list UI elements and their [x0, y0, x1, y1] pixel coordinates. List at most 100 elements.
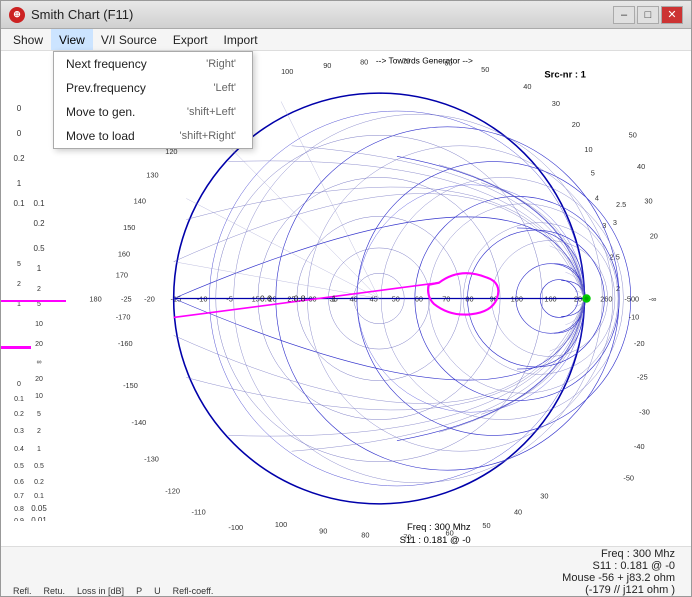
svg-text:20: 20: [35, 341, 43, 348]
svg-text:50: 50: [629, 130, 637, 139]
svg-text:0.7: 0.7: [14, 493, 24, 500]
svg-text:70: 70: [442, 295, 450, 304]
menu-item-move-load-label: Move to load: [66, 129, 135, 143]
svg-text:50: 50: [482, 521, 490, 530]
svg-text:100: 100: [275, 520, 287, 529]
svg-text:10: 10: [584, 145, 592, 154]
svg-text:2: 2: [37, 286, 41, 293]
title-bar: ⊕ Smith Chart (F11) – □ ✕: [1, 1, 691, 29]
maximize-button[interactable]: □: [637, 6, 659, 24]
svg-text:50: 50: [392, 295, 400, 304]
return-loss-label: Retu.: [44, 586, 66, 596]
svg-text:5: 5: [17, 261, 21, 268]
svg-text:0.8: 0.8: [14, 506, 24, 513]
svg-text:-100: -100: [228, 523, 243, 532]
svg-text:0.05: 0.05: [31, 504, 47, 513]
svg-text:260: 260: [600, 295, 612, 304]
svg-text:-140: -140: [132, 418, 147, 427]
menu-item-next-freq-shortcut: 'Right': [206, 58, 236, 70]
svg-text:100: 100: [281, 67, 293, 76]
svg-text:30: 30: [644, 197, 652, 206]
svg-text:90: 90: [319, 526, 327, 535]
svg-text:0.01: 0.01: [31, 516, 47, 521]
s11-status: S11 : 0.181 @ -0: [562, 560, 675, 572]
title-bar-left: ⊕ Smith Chart (F11): [9, 7, 133, 23]
svg-text:-5: -5: [226, 295, 233, 304]
svg-text:0.8: 0.8: [294, 294, 306, 304]
svg-text:-50: -50: [623, 474, 634, 483]
svg-text:-10: -10: [629, 313, 640, 322]
menu-item-move-load-shortcut: 'shift+Right': [180, 130, 236, 142]
svg-text:0.1: 0.1: [33, 199, 45, 208]
svg-text:Freq : 300 Mhz: Freq : 300 Mhz: [407, 522, 471, 533]
svg-text:0: 0: [17, 381, 21, 388]
loss-db-label: Loss in [dB]: [77, 586, 124, 596]
svg-text:40: 40: [637, 162, 645, 171]
svg-text:0: 0: [17, 129, 22, 138]
svg-text:4: 4: [595, 194, 599, 203]
svg-text:-170: -170: [116, 313, 131, 322]
menu-item-next-freq[interactable]: Next frequency 'Right': [54, 52, 252, 76]
menu-export[interactable]: Export: [165, 29, 216, 50]
svg-text:0.9: 0.9: [14, 518, 24, 521]
menu-vi-source[interactable]: V/I Source: [93, 29, 165, 50]
svg-text:80: 80: [465, 295, 473, 304]
svg-text:30: 30: [552, 99, 560, 108]
menu-item-prev-freq-shortcut: 'Left': [213, 82, 236, 94]
svg-text:0.2: 0.2: [14, 411, 24, 418]
svg-text:10: 10: [35, 393, 43, 400]
menu-view[interactable]: View: [51, 29, 93, 50]
menu-item-move-gen-label: Move to gen.: [66, 105, 135, 119]
menu-import[interactable]: Import: [216, 29, 266, 50]
mouse-status: Mouse -56 + j83.2 ohm: [562, 572, 675, 584]
svg-text:80: 80: [360, 58, 368, 67]
svg-text:-110: -110: [192, 507, 206, 516]
svg-text:160: 160: [544, 295, 556, 304]
svg-text:90: 90: [323, 61, 331, 70]
svg-text:-150: -150: [123, 381, 138, 390]
svg-text:-160: -160: [118, 339, 133, 348]
svg-text:1: 1: [17, 179, 22, 188]
svg-text:0.3: 0.3: [14, 428, 24, 435]
svg-text:-20: -20: [144, 295, 155, 304]
close-button[interactable]: ✕: [661, 6, 683, 24]
svg-text:1: 1: [332, 294, 337, 304]
voltage-label: U: [154, 586, 161, 596]
svg-text:-∞: -∞: [649, 295, 657, 304]
menu-show[interactable]: Show: [5, 29, 51, 50]
svg-text:140: 140: [134, 197, 146, 206]
window-title: Smith Chart (F11): [31, 7, 133, 22]
menu-item-move-load[interactable]: Move to load 'shift+Right': [54, 124, 252, 148]
svg-text:0.4: 0.4: [14, 446, 24, 453]
power-label: P: [136, 586, 142, 596]
menu-item-prev-freq[interactable]: Prev.frequency 'Left': [54, 76, 252, 100]
svg-text:20: 20: [35, 376, 43, 383]
refl-loss-label: Refl.: [13, 586, 32, 596]
svg-text:0: 0: [17, 104, 22, 113]
main-window: ⊕ Smith Chart (F11) – □ ✕ Show View V/I …: [0, 0, 692, 597]
svg-text:0.1: 0.1: [14, 396, 24, 403]
svg-text:20: 20: [650, 231, 658, 240]
menu-item-move-gen[interactable]: Move to gen. 'shift+Left': [54, 100, 252, 124]
svg-text:0.6: 0.6: [14, 479, 24, 486]
svg-text:50: 50: [481, 65, 489, 74]
svg-text:S11 : 0.181 @ -0: S11 : 0.181 @ -0: [400, 535, 471, 546]
window-controls: – □ ✕: [613, 6, 683, 24]
svg-text:0.1: 0.1: [34, 493, 44, 500]
menu-item-move-gen-shortcut: 'shift+Left': [187, 106, 236, 118]
svg-text:-40: -40: [634, 442, 645, 451]
svg-text:0.5: 0.5: [14, 463, 24, 470]
svg-text:-500: -500: [624, 295, 639, 304]
mouse2-status: (-179 // j121 ohm ): [562, 584, 675, 596]
svg-text:160: 160: [118, 249, 130, 258]
svg-text:∞: ∞: [37, 359, 42, 366]
menu-bar: Show View V/I Source Export Import Next …: [1, 29, 691, 51]
svg-text:-25: -25: [637, 373, 648, 382]
minimize-button[interactable]: –: [613, 6, 635, 24]
svg-text:-120: -120: [165, 486, 180, 495]
svg-text:1: 1: [37, 264, 42, 273]
svg-text:--> Towards Generator -->: --> Towards Generator -->: [376, 56, 473, 66]
svg-text:0.5: 0.5: [34, 463, 44, 470]
app-icon: ⊕: [9, 7, 25, 23]
svg-text:130: 130: [146, 170, 158, 179]
